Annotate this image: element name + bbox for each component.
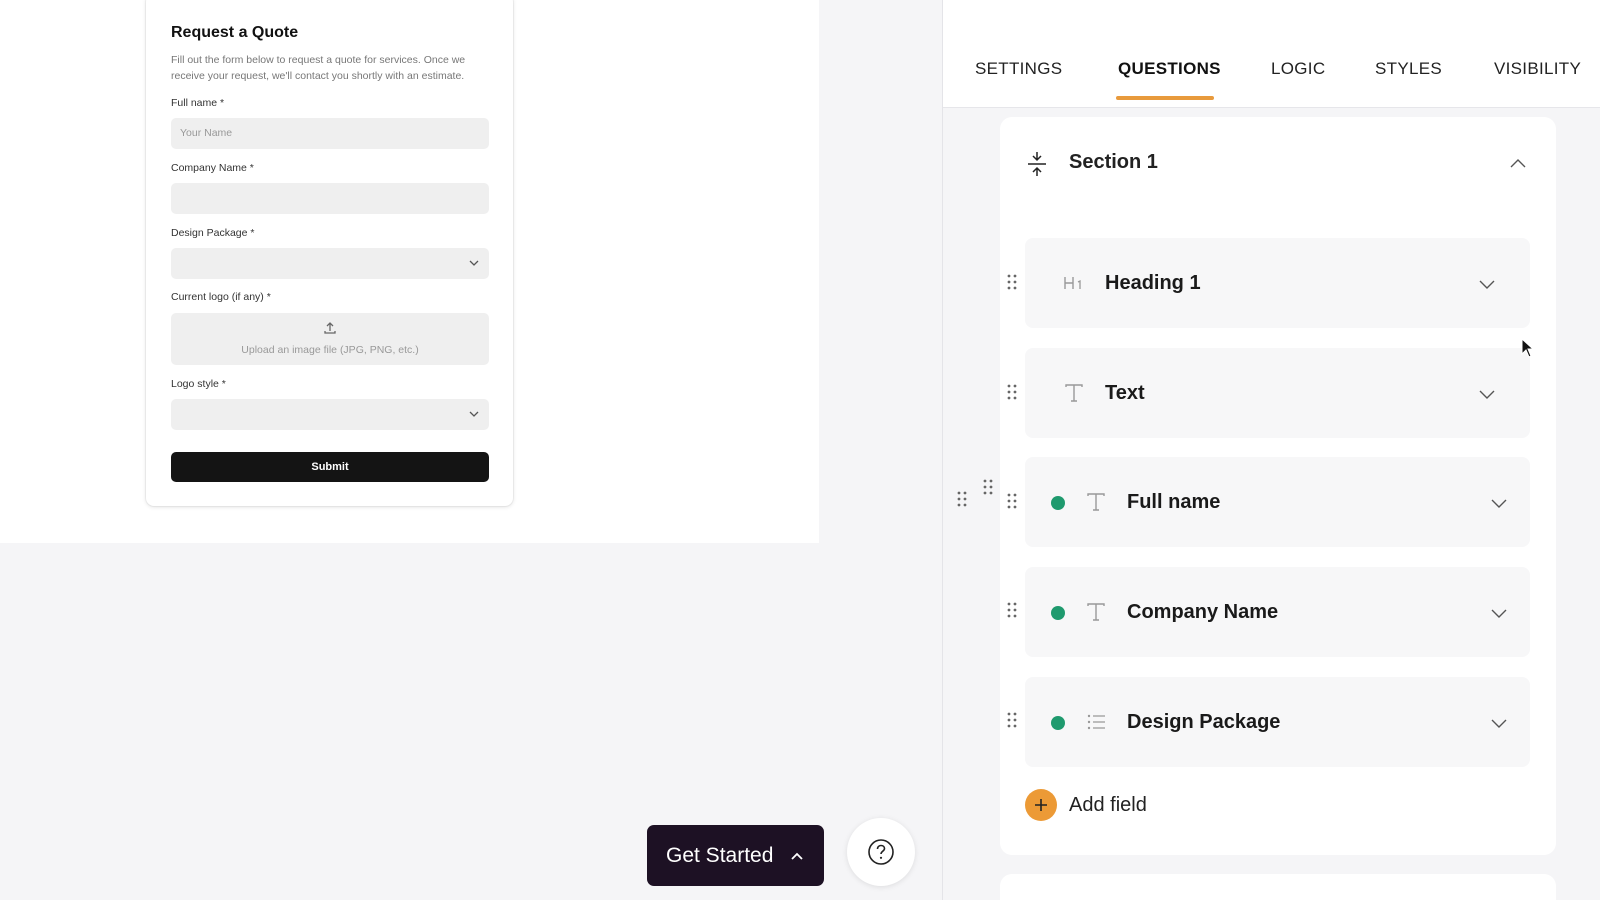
full-name-input[interactable]: Your Name [171,118,489,149]
form-preview-canvas: Request a Quote Fill out the form below … [0,0,819,543]
question-circle-icon [868,839,894,865]
chevron-down-icon[interactable] [1490,494,1508,512]
field-item-full-name[interactable]: Full name [1025,457,1530,547]
chevron-down-icon [469,260,479,266]
field-item-heading-1[interactable]: Heading 1 [1025,238,1530,328]
text-icon [1065,384,1083,402]
chevron-up-icon [791,852,804,860]
heading-icon [1064,277,1081,289]
submit-button[interactable]: Submit [171,452,489,482]
tab-settings[interactable]: SETTINGS [975,59,1062,79]
add-field-label: Add field [1069,793,1147,816]
chevron-down-icon[interactable] [1490,714,1508,732]
builder-panel: SETTINGS QUESTIONS LOGIC STYLES VISIBILI… [942,0,1600,900]
section-card: Section 1 Heading 1 Text Full name Compa… [1000,117,1556,855]
field-item-text[interactable]: Text [1025,348,1530,438]
field-label: Heading 1 [1105,272,1201,294]
panel-tabs: SETTINGS QUESTIONS LOGIC STYLES VISIBILI… [943,0,1600,108]
field-item-company-name[interactable]: Company Name [1025,567,1530,657]
field-label: Text [1105,382,1145,404]
field-label: Full name [1127,491,1221,513]
drag-handle-icon[interactable] [956,490,968,508]
design-package-label: Design Package * [171,227,255,239]
text-icon [1087,493,1105,511]
get-started-label: Get Started [666,843,774,867]
drag-handle-icon[interactable] [1006,273,1018,291]
get-started-button[interactable]: Get Started [647,825,824,886]
plus-icon [1025,789,1057,821]
full-name-label: Full name * [171,97,225,109]
field-label: Design Package [1127,711,1281,733]
drag-handle-icon[interactable] [1006,601,1018,619]
tab-visibility[interactable]: VISIBILITY [1494,59,1581,79]
tab-styles[interactable]: STYLES [1375,59,1442,79]
full-name-placeholder: Your Name [180,127,233,139]
drag-handle-icon[interactable] [1006,383,1018,401]
company-name-input[interactable] [171,183,489,214]
form-title: Request a Quote [171,24,299,41]
tab-logic[interactable]: LOGIC [1271,59,1325,79]
logo-style-label: Logo style * [171,378,226,390]
company-name-label: Company Name * [171,162,254,174]
chevron-down-icon [469,411,479,417]
form-card: Request a Quote Fill out the form below … [146,0,513,506]
current-logo-label: Current logo (if any) * [171,291,271,303]
design-package-select[interactable] [171,248,489,279]
tab-questions[interactable]: QUESTIONS [1118,59,1221,79]
field-item-design-package[interactable]: Design Package [1025,677,1530,767]
text-icon [1087,603,1105,621]
collapse-section-icon [1028,152,1046,176]
status-dot [1051,496,1065,510]
chevron-down-icon[interactable] [1490,604,1508,622]
form-description: Fill out the form below to request a quo… [171,54,466,82]
list-icon [1087,714,1105,730]
status-dot [1051,716,1065,730]
chevron-up-icon[interactable] [1509,155,1527,173]
active-tab-indicator [1116,96,1214,100]
chevron-down-icon[interactable] [1478,275,1496,293]
upload-hint: Upload an image file (JPG, PNG, etc.) [241,344,419,356]
drag-handle-icon[interactable] [1006,711,1018,729]
drag-handle-icon[interactable] [1006,492,1018,510]
help-button[interactable] [847,818,915,886]
field-label: Company Name [1127,601,1279,623]
status-dot [1051,606,1065,620]
upload-icon [324,322,336,334]
mouse-cursor-icon [1521,338,1535,358]
drag-handle-icon[interactable] [982,478,994,496]
logo-style-select[interactable] [171,399,489,430]
logo-upload-dropzone[interactable]: Upload an image file (JPG, PNG, etc.) [171,313,489,365]
chevron-down-icon[interactable] [1478,385,1496,403]
add-field-button[interactable]: Add field [1025,789,1147,821]
next-section-card [1000,874,1556,900]
section-title: Section 1 [1069,151,1158,173]
